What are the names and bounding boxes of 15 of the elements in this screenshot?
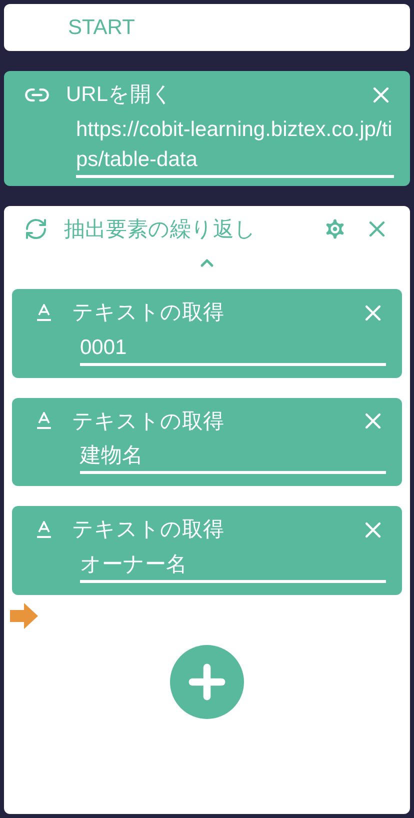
block-title: 抽出要素の繰り返し	[64, 216, 257, 242]
loop-icon	[24, 217, 48, 242]
block-title: テキストの取得	[72, 408, 225, 434]
value-field[interactable]: 建物名	[80, 441, 386, 474]
start-label: START	[68, 14, 135, 41]
block-title: テキストの取得	[72, 300, 225, 326]
text-icon	[36, 412, 52, 430]
url-field[interactable]: https://cobit-learning.biztex.co.jp/tips/table-data	[76, 114, 394, 178]
value-field[interactable]: 0001	[80, 332, 386, 366]
text-icon	[36, 304, 52, 322]
block-title: URLを開く	[66, 82, 174, 108]
value-field[interactable]: オーナー名	[80, 550, 386, 582]
arrow-icon	[10, 602, 38, 628]
block-title: テキストの取得	[72, 517, 225, 543]
text-icon	[36, 520, 52, 539]
